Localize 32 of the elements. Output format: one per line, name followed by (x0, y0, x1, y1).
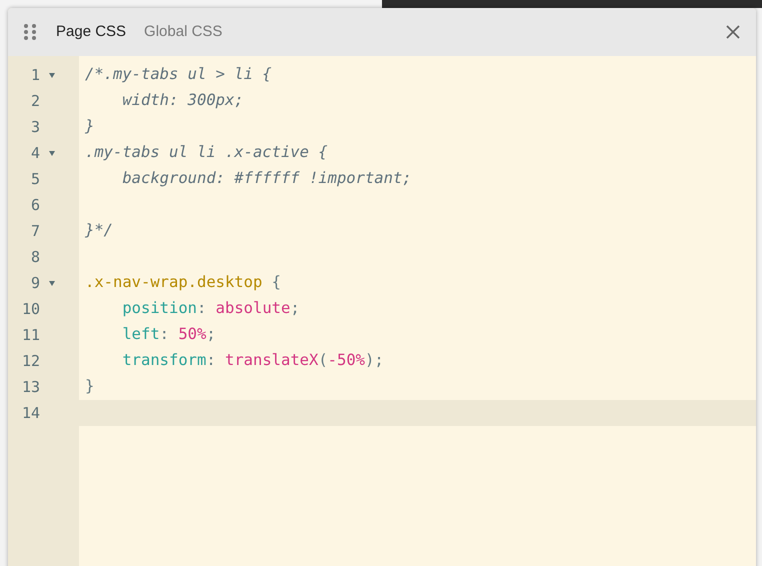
line-number: 8 (30, 246, 40, 268)
line-number: 13 (20, 376, 40, 398)
code-line: .my-tabs ul li .x-active { (85, 142, 328, 164)
line-number: 9 (30, 272, 40, 294)
fold-arrow-icon[interactable] (49, 72, 55, 78)
code-line: } (85, 116, 94, 138)
code-line: position: absolute; (121, 298, 300, 320)
code-line: } (85, 376, 94, 398)
line-number: 11 (20, 324, 40, 346)
code-line: width: 300px; (121, 90, 244, 112)
code-line: transform: translateX(-50%); (121, 350, 384, 372)
tab[interactable]: Page CSS (56, 20, 126, 44)
line-number: 2 (30, 90, 40, 112)
fold-arrow-icon[interactable] (49, 280, 55, 286)
drag-handle-icon[interactable] (24, 24, 36, 40)
line-number: 5 (30, 168, 40, 190)
line-number: 7 (30, 220, 40, 242)
line-number: 12 (20, 350, 40, 372)
code-line: .x-nav-wrap.desktop { (85, 272, 281, 294)
code-line: background: #ffffff !important; (121, 168, 412, 190)
close-icon[interactable] (726, 25, 740, 39)
line-number: 10 (20, 298, 40, 320)
line-number: 3 (30, 116, 40, 138)
line-number: 1 (30, 64, 40, 86)
code-line: /*.my-tabs ul > li { (85, 64, 272, 86)
tab[interactable]: Global CSS (144, 20, 222, 44)
line-number: 6 (30, 194, 40, 216)
line-number: 4 (30, 142, 40, 164)
line-number: 14 (20, 402, 40, 424)
code-line: }*/ (85, 220, 113, 242)
code-line: left: 50%; (121, 324, 216, 346)
fold-arrow-icon[interactable] (49, 150, 55, 156)
